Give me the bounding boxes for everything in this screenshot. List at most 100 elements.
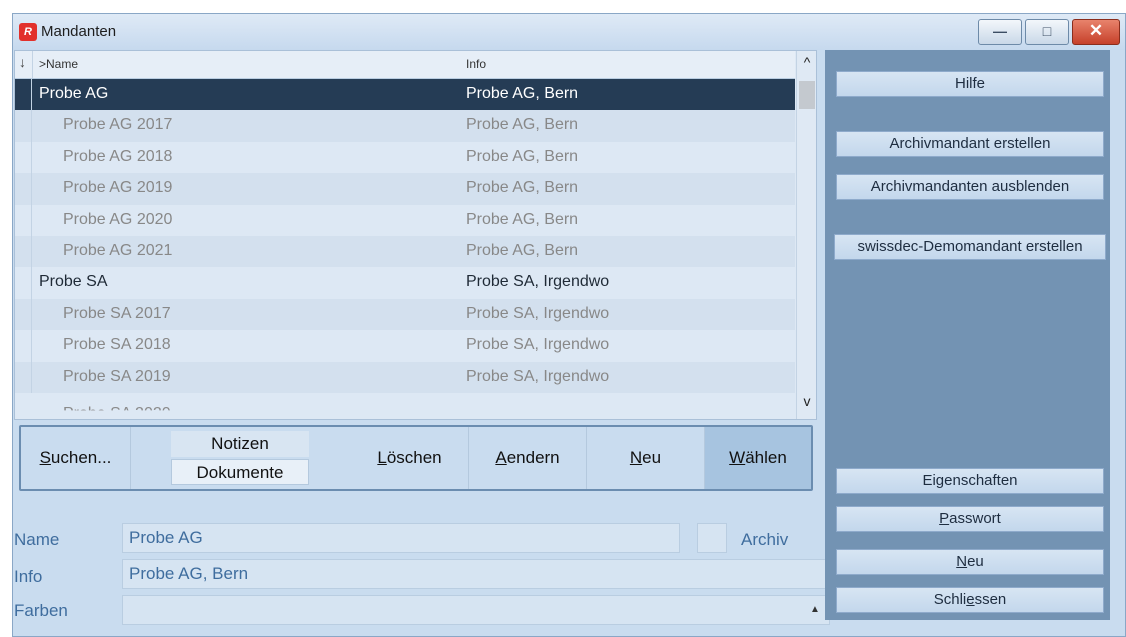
aendern-button[interactable]: Aendern [469,427,587,489]
name-field[interactable]: Probe AG [122,523,680,553]
farben-label: Farben [14,601,68,620]
scroll-thumb[interactable] [799,81,815,109]
cell-name: Probe AG 2019 [63,179,173,197]
table-row[interactable]: Probe AG 2019 Probe AG, Bern [15,173,795,205]
aendern-mnemonic: A [495,448,507,467]
close-button[interactable]: ✕ [1072,19,1120,45]
maximize-button[interactable]: □ [1025,19,1069,45]
suchen-label: uchen... [50,448,112,467]
notizen-button[interactable]: Notizen [171,431,309,457]
archivmandant-erstellen-button[interactable]: Archivmandant erstellen [836,131,1104,157]
cell-name: Probe SA 2018 [63,336,171,354]
info-field[interactable]: Probe AG, Bern [122,559,830,589]
loeschen-label: öschen [386,448,442,467]
grid-header: ↓ >Name Info [15,51,795,79]
row-marker [15,361,32,393]
table-row[interactable]: Probe SA 2019 Probe SA, Irgendwo [15,361,795,393]
eigenschaften-label-b: enschaften [944,472,1018,489]
cell-info: Probe AG, Bern [466,85,579,102]
cell-name: Probe AG 2020 [63,210,173,228]
name-label: Name [14,530,60,549]
row-marker [15,330,32,362]
passwort-mnemonic: P [939,510,950,527]
neu-toolbar-button[interactable]: Neu [587,427,705,489]
column-header-info[interactable]: Info [466,57,486,71]
suchen-mnemonic: S [39,448,51,467]
farben-combo[interactable] [122,595,830,625]
table-row[interactable]: Probe AG 2018 Probe AG, Bern [15,141,795,174]
cell-info: Probe AG, Bern [466,147,579,165]
archiv-label: Archiv [741,530,789,549]
cell-info: Probe AG, Bern [466,116,579,134]
loeschen-button[interactable]: Löschen [351,427,469,489]
row-marker [15,267,32,299]
scroll-up-icon[interactable]: ^ [800,54,814,74]
schliessen-button[interactable]: Schliessen [836,587,1104,613]
cell-info: Probe SA, Irgendwo [466,273,610,291]
suchen-button[interactable]: Suchen... [21,427,131,489]
schliessen-label-a: Schli [933,591,967,608]
neu-button[interactable]: Neu [836,549,1104,575]
row-marker [15,204,32,236]
swissdec-demo-button[interactable]: swissdec-Demomandant erstellen [834,234,1106,260]
cell-name: Probe AG [39,85,109,102]
cell-info: Probe AG, Bern [466,210,579,228]
vertical-scrollbar[interactable]: ^ v [796,51,816,419]
window-title: Mandanten [41,23,117,40]
table-row[interactable]: Probe AG 2021 Probe AG, Bern [15,235,795,268]
header-divider [32,51,33,78]
mandanten-grid[interactable]: ↓ >Name Info Probe AG Probe AG, Bern Prob… [14,50,817,420]
cell-name: Probe AG 2021 [63,241,173,259]
minimize-button[interactable]: — [978,19,1022,45]
hilfe-button[interactable]: Hilfe [836,71,1104,97]
table-row[interactable]: Probe AG Probe AG, Bern [15,79,795,111]
table-row[interactable]: Probe SA Probe SA, Irgendwo [15,267,795,299]
eigenschaften-mnemonic: g [935,472,945,489]
partial-row-label: Probe SA 2020 [63,405,171,420]
cell-info: Probe AG, Bern [466,179,579,197]
schliessen-mnemonic: e [966,591,975,608]
neu-mnemonic: N [629,448,643,467]
aendern-label: endern [506,448,560,467]
waehlen-label: ählen [745,448,787,467]
cell-name: Probe AG 2018 [63,147,173,165]
archiv-checkbox[interactable] [697,523,727,553]
cell-info: Probe SA, Irgendwo [466,336,610,354]
row-marker [15,141,32,174]
table-row[interactable]: Probe SA 2017 Probe SA, Irgendwo [15,298,795,331]
archivmandanten-ausblenden-button[interactable]: Archivmandanten ausblenden [836,174,1104,200]
eigenschaften-label-a: Ei [922,472,936,489]
eigenschaften-button[interactable]: Eigenschaften [836,468,1104,494]
cell-info: Probe SA, Irgendwo [466,367,610,385]
dokumente-button[interactable]: Dokumente [171,459,309,485]
passwort-button[interactable]: Passwort [836,506,1104,532]
grid-rows: Probe AG Probe AG, Bern Probe AG 2017 Prob… [15,79,795,393]
neu-label: eu [642,448,662,467]
loeschen-mnemonic: L [377,448,387,467]
sort-arrow-icon[interactable]: ↓ [19,54,26,70]
neu-panel-label: eu [967,553,984,570]
action-toolbar: Suchen... Notizen Dokumente Löschen Aend… [19,425,813,491]
schliessen-label-b: ssen [974,591,1007,608]
column-header-name[interactable]: >Name [39,57,78,71]
app-logo-icon: R [19,23,37,41]
row-marker [15,235,32,268]
cell-name: Probe SA [39,273,108,291]
table-row[interactable]: Probe AG 2017 Probe AG, Bern [15,110,795,142]
cell-name: Probe SA 2019 [63,367,171,385]
waehlen-mnemonic: W [729,448,746,467]
passwort-label: asswort [949,510,1001,527]
table-row[interactable]: Probe SA 2018 Probe SA, Irgendwo [15,330,795,362]
waehlen-button[interactable]: Wählen [705,427,811,489]
row-marker [15,173,32,205]
cell-name: Probe SA 2017 [63,304,171,322]
table-row[interactable]: Probe AG 2020 Probe AG, Bern [15,204,795,236]
cell-info: Probe AG, Bern [466,241,579,259]
row-marker [15,110,32,142]
right-panel: Hilfe Archivmandant erstellen Archivmand… [825,50,1110,620]
row-marker [15,79,32,111]
title-bar[interactable]: R Mandanten — □ ✕ [13,14,1125,50]
row-marker [15,298,32,331]
scroll-down-icon[interactable]: v [800,393,814,413]
cell-info: Probe SA, Irgendwo [466,304,610,322]
